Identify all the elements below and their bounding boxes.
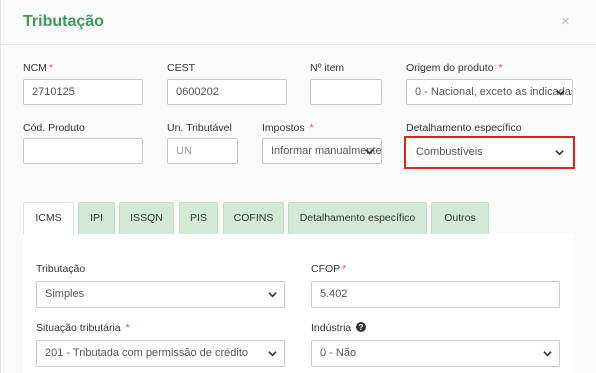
- close-icon[interactable]: ×: [561, 14, 570, 30]
- modal-title: Tributação: [23, 13, 104, 30]
- origem-value: 0 - Nacional, exceto as indicadas nos có…: [415, 86, 573, 98]
- chevron-down-icon: [365, 149, 374, 155]
- cest-input[interactable]: 0600202: [167, 79, 287, 105]
- situacao-label: Situação tributária *: [36, 322, 130, 334]
- tab-issqn[interactable]: ISSQN: [119, 202, 174, 234]
- tab-outros[interactable]: Outros: [431, 202, 489, 234]
- industria-select[interactable]: 0 - Não: [311, 340, 560, 367]
- cod-produto-input[interactable]: [23, 138, 143, 164]
- un-tributavel-label: Un. Tributável: [167, 122, 232, 134]
- cod-produto-label: Cód. Produto: [23, 122, 85, 134]
- svg-text:?: ?: [359, 323, 364, 332]
- item-number-label: Nº item: [310, 62, 345, 74]
- origem-select[interactable]: 0 - Nacional, exceto as indicadas nos có…: [406, 79, 573, 105]
- item-number-input[interactable]: [310, 79, 382, 105]
- ncm-label: NCM *: [23, 62, 54, 74]
- icms-tributacao-label: Tributação: [36, 263, 86, 275]
- highlight-box: [404, 136, 575, 169]
- un-tributavel-input[interactable]: UN: [167, 138, 238, 164]
- cest-label: CEST: [167, 62, 196, 74]
- cfop-label: CFOP *: [311, 263, 347, 275]
- origem-label: Origem do produto *: [406, 62, 503, 74]
- tab-ipi[interactable]: IPI: [78, 202, 115, 234]
- detalhamento-label: Detalhamento específico: [406, 122, 522, 134]
- industria-label: Indústria ?: [311, 322, 367, 334]
- tab-pis[interactable]: PIS: [179, 202, 218, 234]
- tab-icms[interactable]: ICMS: [23, 202, 74, 235]
- chevron-down-icon: [556, 90, 565, 96]
- cfop-input[interactable]: 5.402: [311, 281, 560, 308]
- tributacao-modal: Tributação × NCM * 2710125 CEST 0600202 N…: [0, 0, 596, 373]
- icms-tributacao-value: Simples: [45, 288, 85, 300]
- situacao-select[interactable]: 201 - Tributada com permissão de crédito: [36, 340, 285, 367]
- tab-cofins[interactable]: COFINS: [223, 202, 284, 234]
- icms-tributacao-select[interactable]: Simples: [36, 281, 285, 308]
- situacao-value: 201 - Tributada com permissão de crédito: [45, 347, 248, 359]
- chevron-down-icon: [268, 292, 277, 298]
- chevron-down-icon: [543, 351, 552, 357]
- impostos-select[interactable]: Informar manualmente: [262, 138, 382, 164]
- header-divider: [1, 44, 596, 45]
- industria-value: 0 - Não: [320, 347, 357, 359]
- question-circle-icon[interactable]: ?: [356, 322, 367, 332]
- ncm-input[interactable]: 2710125: [23, 79, 143, 105]
- tab-detalhamento[interactable]: Detalhamento específico: [288, 202, 427, 234]
- impostos-label: Impostos *: [262, 122, 314, 134]
- chevron-down-icon: [268, 351, 277, 357]
